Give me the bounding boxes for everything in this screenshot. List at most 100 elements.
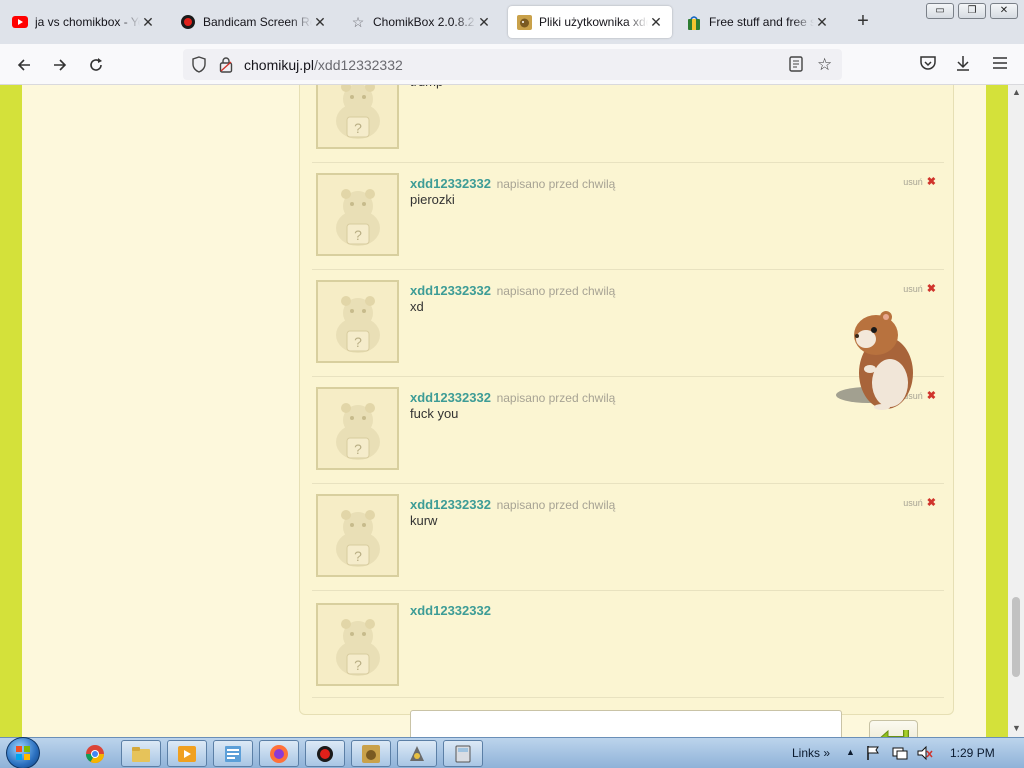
delete-comment-button[interactable]: usuń ✖ [903, 175, 936, 188]
shield-icon[interactable] [191, 56, 207, 78]
comment-author[interactable]: xdd12332332 napisano przed chwilą [410, 390, 615, 405]
delete-label[interactable]: usuń [903, 284, 923, 294]
author-name[interactable]: xdd12332332 [410, 390, 491, 405]
page-viewport: ? trump ? xdd12332332 napisano przed chw… [0, 85, 1008, 737]
url-domain: chomikuj.pl [244, 57, 315, 73]
hamster-placeholder-icon: ? [335, 402, 380, 460]
default-avatar[interactable]: ? [316, 603, 399, 686]
tab-title: ChomikBox 2.0.8.2 - Download [373, 15, 476, 29]
reply-textarea[interactable] [410, 710, 842, 737]
default-avatar[interactable]: ? [316, 494, 399, 577]
links-toolbar[interactable]: Links » [792, 746, 830, 760]
links-label[interactable]: Links [792, 746, 820, 760]
delete-label[interactable]: usuń [903, 177, 923, 187]
default-avatar[interactable]: ? [316, 173, 399, 256]
taskbar-notes[interactable] [213, 740, 253, 767]
comment-author[interactable]: xdd12332332 napisano przed chwilą [410, 497, 615, 512]
tab-close-icon[interactable]: ✕ [140, 14, 156, 30]
tab-chomikbox[interactable]: ☆ ChomikBox 2.0.8.2 - Download ✕ [342, 6, 500, 38]
taskbar-media-player[interactable] [167, 740, 207, 767]
tab-title: Pliki użytkownika xdd12332332 [539, 15, 648, 29]
default-avatar[interactable]: ? [316, 85, 399, 149]
taskbar-chrome[interactable] [75, 740, 115, 767]
firefox-icon [270, 744, 288, 763]
tab-close-icon[interactable]: ✕ [648, 14, 664, 30]
menu-hamburger-icon[interactable] [992, 56, 1008, 75]
reload-button[interactable] [83, 52, 109, 78]
hamster-placeholder-icon: ? [335, 509, 380, 567]
url-text[interactable]: chomikuj.pl/xdd12332332 [244, 57, 403, 73]
tab-close-icon[interactable]: ✕ [312, 14, 328, 30]
delete-label[interactable]: usuń [903, 498, 923, 508]
page-scrollbar[interactable]: ▲ ▼ [1008, 85, 1024, 737]
tab-chomikuj[interactable]: Pliki użytkownika xdd12332332 ✕ [508, 6, 672, 38]
forward-button[interactable] [47, 52, 73, 78]
delete-x-icon[interactable]: ✖ [927, 389, 936, 402]
reload-icon [90, 58, 102, 71]
svg-text:?: ? [354, 657, 362, 673]
delete-comment-button[interactable]: usuń ✖ [903, 282, 936, 295]
start-button[interactable] [6, 737, 40, 768]
media-player-icon [178, 745, 196, 762]
tab-bandicam[interactable]: Bandicam Screen Recorder ✕ [172, 6, 336, 38]
taskbar-explorer[interactable] [121, 740, 161, 767]
taskbar-clock[interactable]: 1:29 PM [950, 746, 995, 760]
comment-text: fuck you [410, 406, 459, 421]
tool-icon [410, 745, 424, 761]
delete-x-icon[interactable]: ✖ [927, 496, 936, 509]
tab-close-icon[interactable]: ✕ [814, 14, 830, 30]
default-avatar[interactable]: ? [316, 387, 399, 470]
bookmark-star-icon[interactable]: ☆ [817, 55, 832, 75]
calculator-icon [455, 745, 471, 762]
back-button[interactable] [11, 52, 37, 78]
address-bar[interactable]: chomikuj.pl/xdd12332332 ☆ [183, 49, 842, 80]
download-icon[interactable] [955, 54, 971, 77]
taskbar-chomikbox[interactable] [351, 740, 391, 767]
tab-close-icon[interactable]: ✕ [476, 14, 492, 30]
pocket-icon[interactable] [919, 55, 937, 77]
reader-view-icon[interactable] [789, 56, 803, 77]
new-tab-button[interactable]: + [852, 11, 874, 33]
comment-row: ? trump [312, 85, 944, 163]
network-icon[interactable] [892, 745, 908, 766]
reply-author[interactable]: xdd12332332 [410, 603, 491, 618]
lock-icon[interactable] [219, 56, 233, 78]
taskbar-firefox[interactable] [259, 740, 299, 767]
notes-icon [225, 745, 241, 762]
delete-comment-button[interactable]: usuń ✖ [903, 496, 936, 509]
send-comment-button[interactable] [869, 720, 918, 737]
comment-time: napisano przed chwilą [496, 284, 616, 298]
author-name[interactable]: xdd12332332 [410, 176, 491, 191]
taskbar-calculator[interactable] [443, 740, 483, 767]
svg-text:?: ? [354, 548, 362, 564]
comment-author[interactable]: xdd12332332 napisano przed chwilą [410, 283, 615, 298]
volume-muted-icon[interactable] [917, 745, 933, 766]
comment-author[interactable]: xdd12332332 napisano przed chwilą [410, 176, 615, 191]
taskbar-bandicam[interactable] [305, 740, 345, 767]
author-name[interactable]: xdd12332332 [410, 497, 491, 512]
tab-strip: ja vs chomikbox - YouTube ✕ Bandicam Scr… [0, 0, 1024, 44]
action-center-flag-icon[interactable] [866, 745, 880, 766]
scroll-up-icon[interactable]: ▲ [1012, 87, 1021, 97]
hamster-favicon [516, 14, 532, 30]
tray-expand-icon[interactable]: ▲ [846, 747, 855, 757]
tab-free-stuff[interactable]: Free stuff and free shipping ✕ [678, 6, 838, 38]
minimize-button[interactable]: ▭ [926, 3, 954, 19]
restore-button[interactable]: ❐ [958, 3, 986, 19]
scrollbar-thumb[interactable] [1012, 597, 1020, 677]
tab-title: Free stuff and free shipping [709, 15, 814, 29]
hamster-placeholder-icon: ? [335, 618, 380, 676]
taskbar-tool[interactable] [397, 740, 437, 767]
svg-text:?: ? [354, 227, 362, 243]
hamster-mascot [830, 307, 920, 415]
svg-text:?: ? [354, 334, 362, 350]
comment-time: napisano przed chwilą [496, 498, 616, 512]
delete-x-icon[interactable]: ✖ [927, 175, 936, 188]
scroll-down-icon[interactable]: ▼ [1012, 723, 1021, 733]
tab-youtube[interactable]: ja vs chomikbox - YouTube ✕ [4, 6, 164, 38]
author-name[interactable]: xdd12332332 [410, 283, 491, 298]
tab-title: ja vs chomikbox - YouTube [35, 15, 140, 29]
delete-x-icon[interactable]: ✖ [927, 282, 936, 295]
default-avatar[interactable]: ? [316, 280, 399, 363]
close-window-button[interactable]: ✕ [990, 3, 1018, 19]
